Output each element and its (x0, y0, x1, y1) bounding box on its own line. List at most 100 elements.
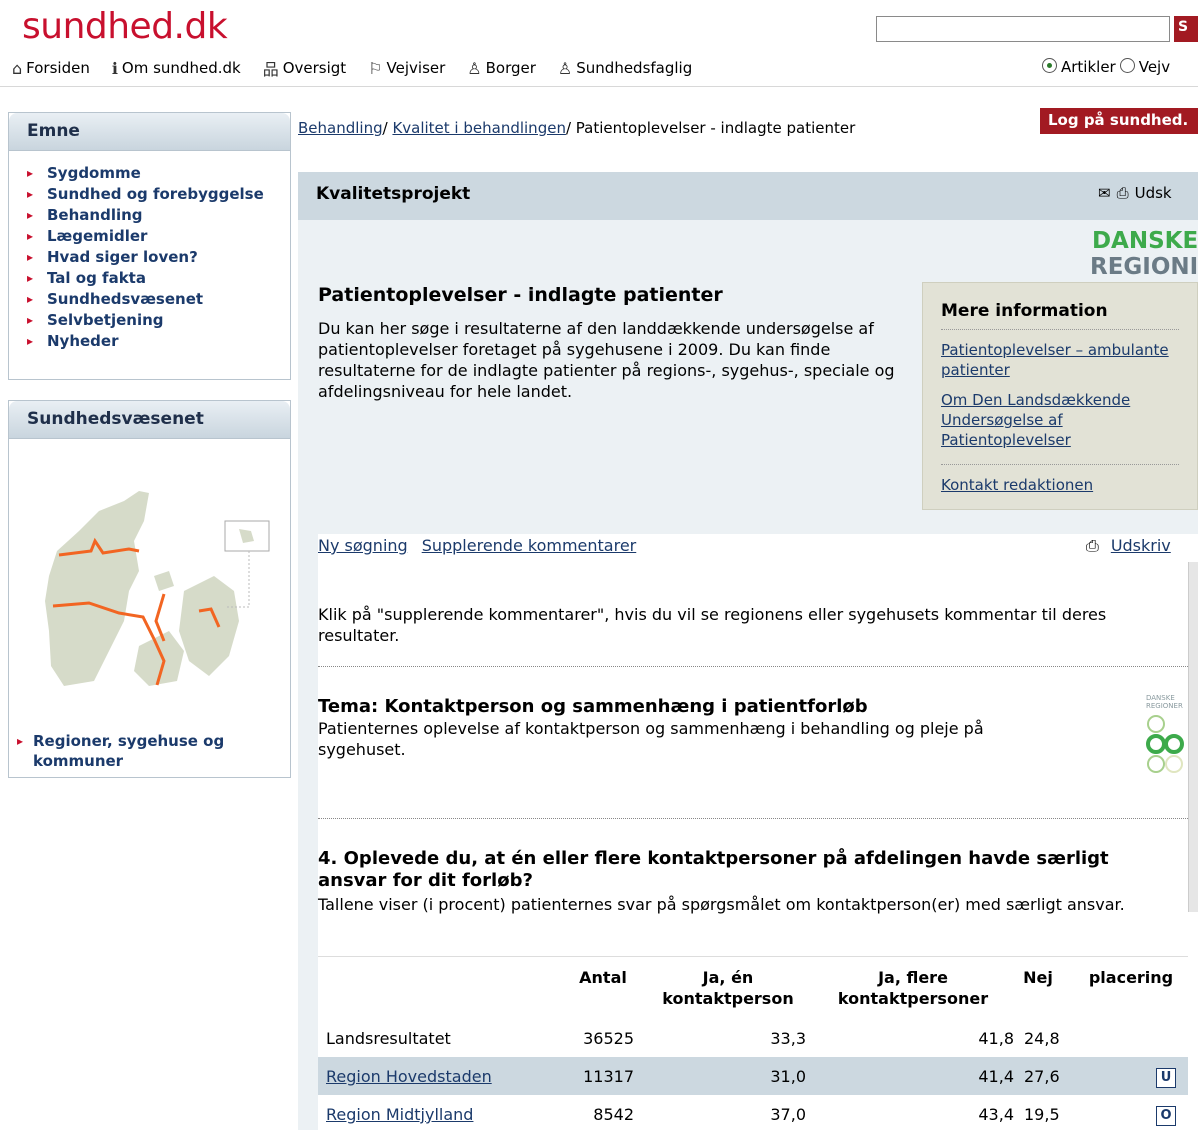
link-ambulante[interactable]: Patientoplevelser – ambulante patienter (941, 340, 1179, 380)
signpost-icon: ⚐ (368, 58, 383, 78)
emne-list: Sygdomme Sundhed og forebyggelse Behandl… (9, 151, 290, 352)
breadcrumb-kvalitet[interactable]: Kvalitet i behandlingen (392, 119, 566, 137)
emne-item[interactable]: Sygdomme (27, 163, 290, 184)
col-ja-flere: Ja, flere kontaktpersoner (837, 968, 989, 1008)
link-om-undersoegelse[interactable]: Om Den Landsdækkende Undersøgelse af Pat… (941, 390, 1179, 450)
nav-label: Sundhedsfaglig (576, 59, 693, 77)
badge-label: O (1156, 1106, 1176, 1126)
comments-link[interactable]: Supplerende kommentarer (422, 536, 637, 555)
tema-description: Patienternes oplevelse af kontaktperson … (318, 719, 984, 759)
emne-item[interactable]: Hvad siger loven? (27, 247, 290, 268)
nav-label: Vejviser (386, 59, 446, 77)
search-input[interactable] (876, 16, 1170, 42)
person-icon: ♙ (467, 58, 482, 78)
emne-title: Emne (9, 113, 290, 151)
sitemap-icon: 品 (262, 60, 279, 79)
cell-antal: 36525 (583, 1029, 634, 1048)
cell-ja-en: 37,0 (770, 1105, 806, 1124)
logo-ring (1146, 734, 1166, 754)
map-zealand (179, 576, 239, 676)
question-title: 4. Oplevede du, at én eller flere kontak… (318, 848, 1109, 891)
cell-ja-flere: 41,8 (978, 1029, 1014, 1048)
sundhedsvaesenet-title: Sundhedsvæsenet (9, 401, 290, 439)
row-name-link[interactable]: Region Midtjylland (326, 1105, 473, 1124)
cell-ja-flere: 43,4 (978, 1105, 1014, 1124)
emne-item[interactable]: Sundhedsvæsenet (27, 289, 290, 310)
emne-item[interactable]: Sundhed og forebyggelse (27, 184, 290, 205)
table-row: Landsresultatet 36525 33,3 41,8 24,8 (318, 1019, 1188, 1057)
nav-forsiden[interactable]: ⌂ Forsiden (12, 56, 90, 80)
content-subnav: Ny søgning Supplerende kommentarer (318, 536, 636, 555)
print-icon[interactable]: ⎙ (1086, 536, 1099, 556)
cell-antal: 8542 (593, 1105, 634, 1124)
nav-om-sundhed[interactable]: ℹ Om sundhed.dk (112, 56, 241, 80)
link-kontakt[interactable]: Kontakt redaktionen (941, 475, 1179, 495)
emne-item[interactable]: Behandling (27, 205, 290, 226)
site-logo[interactable]: sundhed.dk (22, 6, 228, 47)
denmark-map[interactable] (39, 481, 279, 701)
row-name-link[interactable]: Region Hovedstaden (326, 1067, 492, 1086)
page-title: Patientoplevelser - indlagte patienter (318, 284, 723, 306)
sundhedsvaesenet-box: Sundhedsvæsenet Regioner, sygehuse og ko… (8, 400, 291, 778)
nav-vejviser[interactable]: ⚐ Vejviser (368, 56, 445, 80)
breadcrumb-current: Patientoplevelser - indlagte patienter (575, 119, 856, 137)
more-info-title: Mere information (941, 301, 1179, 330)
row-name: Landsresultatet (326, 1029, 451, 1048)
email-icon[interactable]: ✉ (1098, 184, 1111, 202)
doctor-icon: ♙ (557, 58, 573, 78)
print-icon[interactable]: ⎙ (1117, 184, 1129, 202)
nav-sundhedsfaglig[interactable]: ♙ Sundhedsfaglig (558, 56, 692, 80)
radio-vejviser-label: Vejv (1138, 58, 1171, 76)
radio-artikler[interactable] (1042, 58, 1057, 73)
logo-text-line1: DANSKE (1146, 694, 1175, 702)
col-placering: placering (1088, 968, 1174, 987)
nav-oversigt[interactable]: 品 Oversigt (263, 56, 346, 80)
badge-label: U (1156, 1068, 1176, 1088)
emne-item[interactable]: Lægemidler (27, 226, 290, 247)
section-tools: ✉ ⎙ Udsk (1098, 184, 1172, 202)
login-button[interactable]: Log på sundhed. (1040, 108, 1198, 134)
print-control: ⎙ Udskriv (1086, 536, 1171, 556)
cell-ja-flere: 41,4 (978, 1067, 1014, 1086)
search-button[interactable]: S (1174, 16, 1198, 42)
question-description: Tallene viser (i procent) patienternes s… (318, 895, 1125, 914)
col-nej: Nej (1023, 968, 1053, 987)
print-link[interactable]: Udsk (1135, 184, 1172, 202)
col-antal: Antal (579, 968, 627, 987)
new-search-link[interactable]: Ny søgning (318, 536, 408, 555)
section-header: Kvalitetsprojekt ✉ ⎙ Udsk (298, 172, 1198, 220)
divider (318, 666, 1188, 667)
help-text: Klik på "supplerende kommentarer", hvis … (318, 605, 1107, 645)
emne-item[interactable]: Tal og fakta (27, 268, 290, 289)
placering-badge[interactable]: U (1156, 1066, 1176, 1088)
table-row: Region Midtjylland 8542 37,0 43,4 19,5 O (318, 1095, 1188, 1130)
nav-label: Om sundhed.dk (121, 59, 241, 77)
placering-badge[interactable]: O (1156, 1104, 1176, 1126)
logo-ring (1147, 755, 1165, 773)
radio-artikler-label: Artikler (1061, 58, 1116, 76)
table-row: Region Hovedstaden 11317 31,0 41,4 27,6 … (318, 1057, 1188, 1095)
nav-borger[interactable]: ♙ Borger (467, 56, 536, 80)
tema-title: Tema: Kontaktperson og sammenhæng i pati… (318, 696, 868, 717)
cell-nej: 24,8 (1024, 1029, 1060, 1048)
nav-label: Borger (485, 59, 536, 77)
nav-label: Oversigt (282, 59, 347, 77)
emne-item[interactable]: Nyheder (27, 331, 290, 352)
logo-ring (1164, 734, 1184, 754)
cell-nej: 27,6 (1024, 1067, 1060, 1086)
radio-vejviser[interactable] (1119, 58, 1135, 73)
map-border-vertical (154, 593, 166, 642)
logo-line2: REGIONI (1090, 254, 1198, 280)
section-title: Kvalitetsprojekt (316, 184, 471, 204)
more-info-box: Mere information Patientoplevelser – amb… (922, 282, 1198, 510)
print-link[interactable]: Udskriv (1111, 536, 1171, 556)
header-divider (0, 86, 1198, 87)
logo-ring (1147, 715, 1165, 733)
cell-ja-en: 31,0 (770, 1067, 806, 1086)
home-icon: ⌂ (12, 58, 23, 78)
emne-item[interactable]: Selvbetjening (27, 310, 290, 331)
emne-box: Emne Sygdomme Sundhed og forebyggelse Be… (8, 112, 291, 380)
breadcrumb-behandling[interactable]: Behandling (298, 119, 383, 137)
divider (318, 818, 1188, 819)
regioner-link[interactable]: Regioner, sygehuse og kommuner (17, 731, 290, 771)
